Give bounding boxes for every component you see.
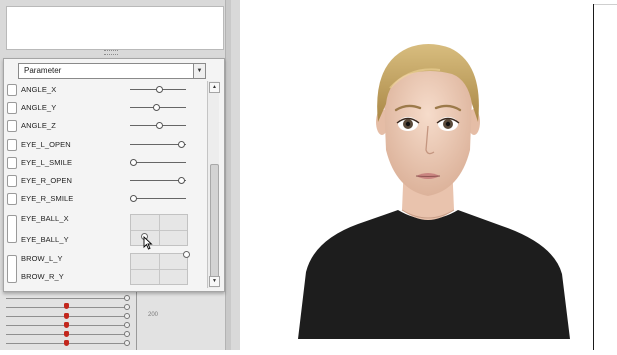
model-canvas[interactable] — [240, 4, 593, 350]
param-checkbox[interactable] — [7, 193, 17, 205]
param-label: EYE_R_SMILE — [21, 194, 74, 203]
keyframe-marker[interactable] — [64, 322, 69, 328]
keyframe-end-marker[interactable] — [124, 322, 130, 328]
keyframe-marker[interactable] — [64, 340, 69, 346]
parameter-list: ANGLE_X ANGLE_Y ANGLE_Z EYE_L_OPEN EYE_L… — [4, 81, 206, 289]
eye-ball-xy-pad[interactable] — [130, 214, 188, 246]
scroll-thumb[interactable] — [210, 164, 219, 278]
param-label: EYE_BALL_X — [21, 214, 69, 223]
pad-knob[interactable] — [183, 251, 190, 258]
param-row-angle-z: ANGLE_Z — [4, 117, 206, 135]
slider-knob[interactable] — [130, 159, 137, 166]
param-slider[interactable] — [130, 195, 186, 202]
keyframe-end-marker[interactable] — [124, 304, 130, 310]
timeline-track[interactable] — [6, 298, 130, 299]
param-slider[interactable] — [130, 122, 186, 129]
keyframe-marker[interactable] — [64, 303, 69, 309]
slider-knob[interactable] — [155, 122, 163, 129]
param-label: BROW_L_Y — [21, 254, 63, 263]
param-slider[interactable] — [130, 104, 186, 111]
keyframe-end-marker[interactable] — [124, 331, 130, 337]
keyframe-marker[interactable] — [64, 331, 69, 337]
param-label: ANGLE_Y — [21, 103, 57, 112]
character-model — [298, 44, 570, 339]
dropdown-arrow-icon[interactable]: ▼ — [193, 64, 205, 78]
panel-resize-grip[interactable] — [104, 50, 118, 55]
param-row-eye-ball: EYE_BALL_X EYE_BALL_Y — [4, 209, 206, 249]
param-label: EYE_R_OPEN — [21, 176, 73, 185]
param-slider[interactable] — [130, 141, 186, 148]
mouse-cursor-icon — [143, 236, 153, 250]
param-label: BROW_R_Y — [21, 272, 64, 281]
keyframe-marker[interactable] — [64, 313, 69, 319]
slider-knob[interactable] — [152, 104, 160, 111]
param-label: EYE_L_OPEN — [21, 140, 71, 149]
param-checkbox[interactable] — [7, 84, 17, 96]
vertical-splitter[interactable] — [225, 0, 231, 350]
param-row-angle-y: ANGLE_Y — [4, 99, 206, 117]
canvas-right-border — [593, 4, 594, 350]
param-checkbox[interactable] — [7, 215, 17, 243]
slider-knob[interactable] — [178, 141, 186, 148]
scroll-up-arrow-icon[interactable]: ▲ — [209, 82, 220, 93]
param-row-eye-l-smile: EYE_L_SMILE — [4, 154, 206, 172]
slider-knob[interactable] — [178, 177, 186, 184]
brow-xy-pad[interactable] — [130, 251, 190, 285]
param-checkbox[interactable] — [7, 102, 17, 114]
param-checkbox[interactable] — [7, 255, 17, 283]
keyframe-end-marker[interactable] — [124, 313, 130, 319]
param-checkbox[interactable] — [7, 139, 17, 151]
parameter-scrollbar[interactable]: ▲ ▼ — [207, 81, 220, 288]
param-row-eye-r-open: EYE_R_OPEN — [4, 172, 206, 190]
parameter-panel: Parameter ▼ ANGLE_X ANGLE_Y ANGLE_Z EYE_… — [3, 58, 225, 292]
scroll-down-arrow-icon[interactable]: ▼ — [209, 276, 220, 287]
param-checkbox[interactable] — [7, 157, 17, 169]
param-slider[interactable] — [130, 86, 186, 93]
timeline-divider — [136, 290, 137, 350]
param-label: ANGLE_Z — [21, 121, 56, 130]
upper-panel — [6, 6, 224, 50]
param-checkbox[interactable] — [7, 120, 17, 132]
slider-knob[interactable] — [155, 86, 163, 93]
keyframe-end-marker[interactable] — [124, 340, 130, 346]
parameter-dropdown[interactable]: Parameter ▼ — [18, 63, 206, 79]
param-label: EYE_BALL_Y — [21, 235, 69, 244]
timeline-panel — [0, 290, 225, 350]
param-row-angle-x: ANGLE_X — [4, 81, 206, 99]
shirt — [298, 210, 570, 339]
timeline-ruler-label: 200 — [148, 312, 159, 318]
param-slider[interactable] — [130, 177, 186, 184]
param-slider[interactable] — [130, 159, 186, 166]
parameter-dropdown-value: Parameter — [24, 66, 62, 75]
slider-knob[interactable] — [130, 195, 137, 202]
keyframe-end-marker[interactable] — [124, 295, 130, 301]
param-label: EYE_L_SMILE — [21, 158, 73, 167]
param-row-eye-l-open: EYE_L_OPEN — [4, 136, 206, 154]
param-label: ANGLE_X — [21, 85, 57, 94]
param-checkbox[interactable] — [7, 175, 17, 187]
param-row-eye-r-smile: EYE_R_SMILE — [4, 190, 206, 208]
param-row-brow: BROW_L_Y BROW_R_Y — [4, 251, 206, 289]
